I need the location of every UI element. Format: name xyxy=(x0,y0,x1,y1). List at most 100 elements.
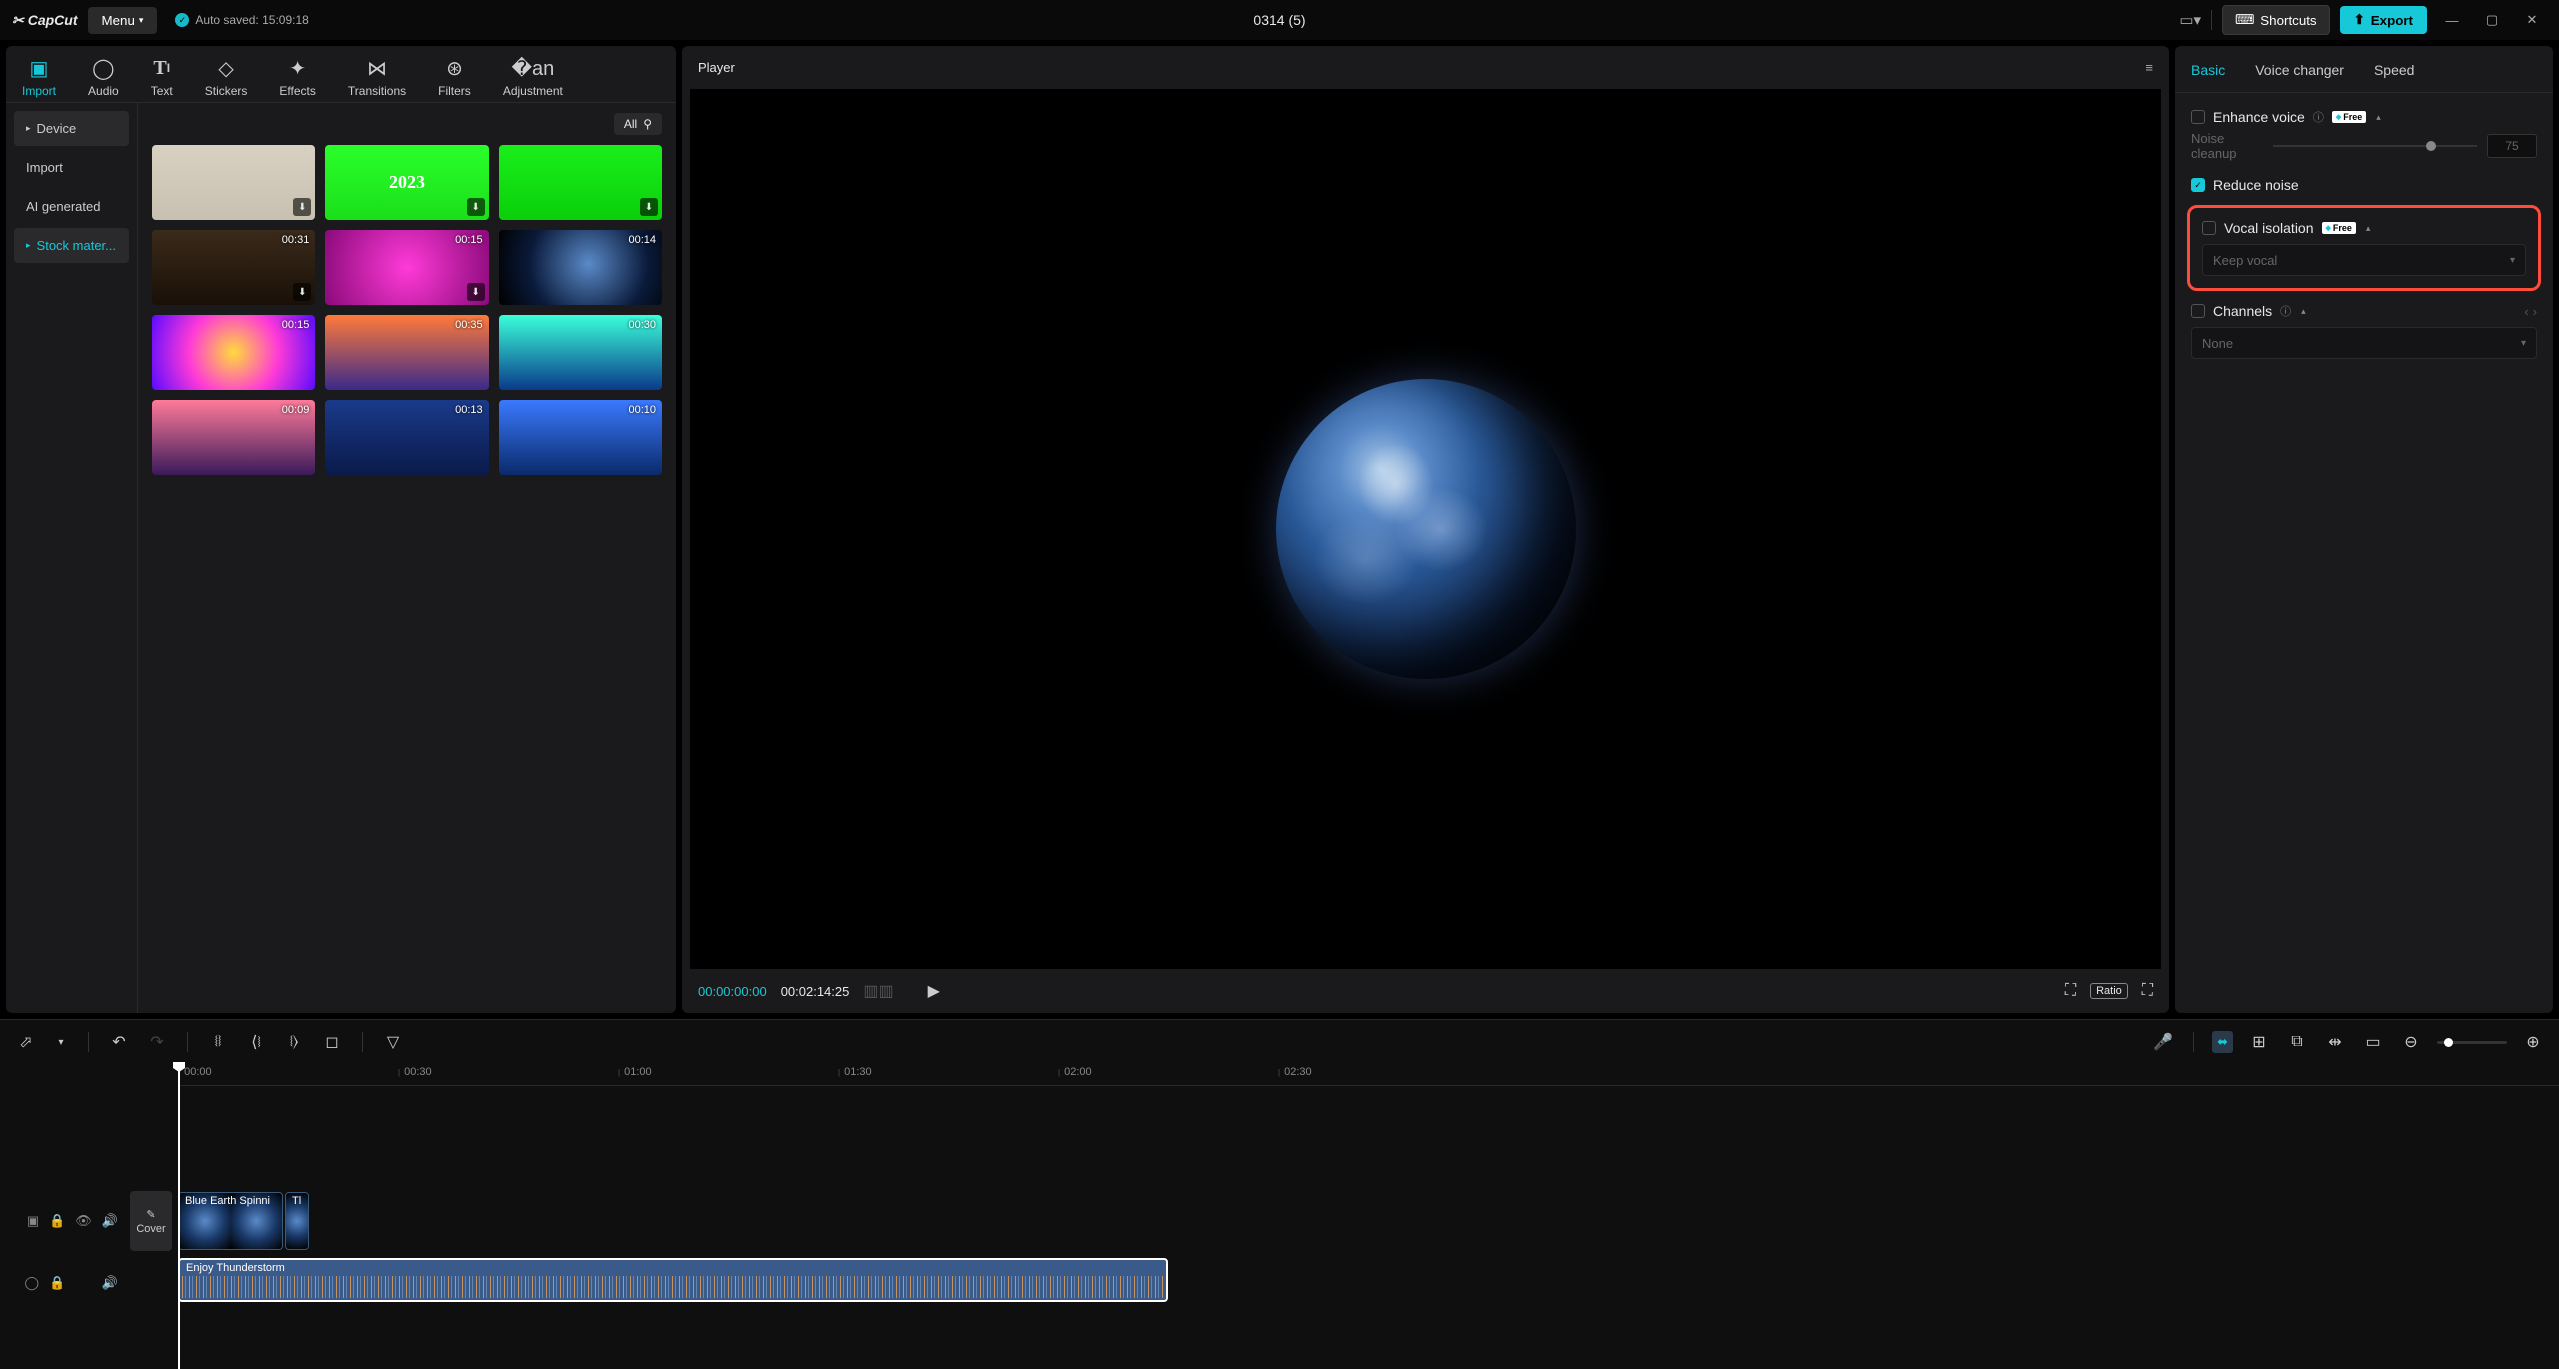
channels-dropdown[interactable]: None ▾ xyxy=(2191,327,2537,359)
filter-all[interactable]: All ⚲ xyxy=(614,113,662,135)
collapse-icon[interactable]: ▴ xyxy=(2301,306,2306,317)
eye-icon[interactable]: 👁 xyxy=(75,1213,92,1229)
player-viewport[interactable] xyxy=(690,89,2161,969)
prev-arrow[interactable]: ‹ xyxy=(2524,304,2528,319)
enhance-voice-checkbox[interactable] xyxy=(2191,110,2205,124)
redo-button[interactable]: ↷ xyxy=(145,1030,169,1054)
tool-dropdown[interactable]: ▾ xyxy=(52,1030,70,1054)
duration-label: 00:13 xyxy=(455,404,483,416)
split-left-tool[interactable]: ⟨⧘ xyxy=(244,1030,268,1054)
timeline-ruler[interactable]: 00:0000:3001:0001:3002:0002:30 xyxy=(178,1064,2559,1086)
reduce-noise-checkbox[interactable]: ✓ xyxy=(2191,178,2205,192)
vocal-isolation-dropdown[interactable]: Keep vocal ▾ xyxy=(2202,244,2526,276)
import-icon: ▣ xyxy=(30,56,49,80)
media-thumb[interactable]: 00:35 xyxy=(325,315,488,390)
tab-adjustment[interactable]: �anAdjustment xyxy=(503,56,563,98)
media-thumb[interactable]: 00:09 xyxy=(152,400,315,475)
scan-icon[interactable]: ⛶ xyxy=(2065,982,2076,1000)
tab-import[interactable]: ▣Import xyxy=(22,56,56,98)
audio-clip[interactable]: Enjoy Thunderstorm xyxy=(178,1258,1168,1302)
fullscreen-icon[interactable]: ⛶ xyxy=(2142,982,2153,1000)
player-menu-icon[interactable]: ≡ xyxy=(2145,60,2153,75)
tab-transitions[interactable]: ⋈Transitions xyxy=(348,56,406,98)
selection-tool[interactable]: ⬀ xyxy=(14,1030,38,1054)
lock-icon[interactable]: 🔒 xyxy=(49,1213,65,1229)
zoom-slider[interactable] xyxy=(2437,1041,2507,1044)
magnet-tool[interactable]: ⬌ xyxy=(2212,1031,2233,1053)
mute-icon[interactable]: 🔊 xyxy=(102,1275,118,1291)
noise-cleanup-label: Noise cleanup xyxy=(2191,131,2263,161)
play-button[interactable]: ▶ xyxy=(928,981,940,1001)
cover-button[interactable]: ✎ Cover xyxy=(130,1191,172,1251)
align-tool[interactable]: ⇹ xyxy=(2323,1030,2347,1054)
ruler-mark: 00:30 xyxy=(398,1066,432,1078)
video-clip[interactable]: Blue Earth Spinni xyxy=(178,1192,283,1250)
download-icon[interactable]: ⬇ xyxy=(293,198,311,216)
sidebar-item-stock[interactable]: ▸Stock mater... xyxy=(14,228,129,263)
snap-tool[interactable]: ⊞ xyxy=(2247,1030,2271,1054)
crop-tool[interactable]: ◻ xyxy=(320,1030,344,1054)
noise-cleanup-value[interactable]: 75 xyxy=(2487,134,2537,158)
video-clip-2[interactable]: Tl xyxy=(285,1192,309,1250)
link-tool[interactable]: ⧉ xyxy=(2285,1030,2309,1054)
vocal-isolation-checkbox[interactable] xyxy=(2202,221,2216,235)
timeline-toolbar: ⬀ ▾ ↶ ↷ ⧙⧘ ⟨⧘ ⧙⟩ ◻ ▽ 🎤 ⬌ ⊞ ⧉ ⇹ ▭ ⊖ ⊕ xyxy=(0,1020,2559,1064)
tab-speed[interactable]: Speed xyxy=(2374,46,2428,92)
info-icon[interactable]: ⓘ xyxy=(2280,303,2291,319)
layout-icon[interactable]: ▭▾ xyxy=(2179,11,2201,29)
media-thumb[interactable]: 00:13 xyxy=(325,400,488,475)
media-thumb[interactable]: 00:30 xyxy=(499,315,662,390)
undo-button[interactable]: ↶ xyxy=(107,1030,131,1054)
media-thumb[interactable]: 00:10 xyxy=(499,400,662,475)
check-icon: ✓ xyxy=(175,13,189,27)
maximize-button[interactable]: ▢ xyxy=(2477,5,2507,35)
noise-cleanup-slider[interactable] xyxy=(2273,145,2477,147)
download-icon[interactable]: ⬇ xyxy=(467,283,485,301)
tab-basic[interactable]: Basic xyxy=(2191,46,2239,92)
tab-text[interactable]: TIText xyxy=(151,56,173,98)
zoom-in-button[interactable]: ⊕ xyxy=(2521,1030,2545,1054)
playhead[interactable] xyxy=(178,1064,180,1369)
collapse-icon[interactable]: ▴ xyxy=(2366,223,2371,234)
ruler-mark: 01:00 xyxy=(618,1066,652,1078)
export-button[interactable]: ⬆ Export xyxy=(2340,6,2427,34)
collapse-icon[interactable]: ▴ xyxy=(2376,112,2381,123)
compare-icon[interactable]: ▥▥ xyxy=(863,981,893,1001)
tab-filters[interactable]: ⊛Filters xyxy=(438,56,471,98)
split-right-tool[interactable]: ⧙⟩ xyxy=(282,1030,306,1054)
download-icon[interactable]: ⬇ xyxy=(293,283,311,301)
ratio-button[interactable]: Ratio xyxy=(2090,983,2128,999)
tab-voice-changer[interactable]: Voice changer xyxy=(2255,46,2358,92)
marker-tool[interactable]: ▽ xyxy=(381,1030,405,1054)
sidebar-item-ai[interactable]: AI generated xyxy=(14,189,129,224)
download-icon[interactable]: ⬇ xyxy=(467,198,485,216)
sidebar-item-device[interactable]: ▸Device xyxy=(14,111,129,146)
info-icon[interactable]: ⓘ xyxy=(2313,109,2324,125)
menu-button[interactable]: Menu ▾ xyxy=(88,7,158,34)
media-thumb[interactable]: ⬇ xyxy=(499,145,662,220)
media-thumb[interactable]: 00:15⬇ xyxy=(325,230,488,305)
media-thumb[interactable]: 00:15 xyxy=(152,315,315,390)
sidebar-item-import[interactable]: Import xyxy=(14,150,129,185)
media-thumb[interactable]: ⬇ xyxy=(152,145,315,220)
split-tool[interactable]: ⧙⧘ xyxy=(206,1030,230,1054)
tab-effects[interactable]: ✦Effects xyxy=(279,56,315,98)
media-thumb[interactable]: 2023⬇ xyxy=(325,145,488,220)
mic-button[interactable]: 🎤 xyxy=(2151,1030,2175,1054)
tab-audio[interactable]: ◯Audio xyxy=(88,56,119,98)
minimize-button[interactable]: — xyxy=(2437,5,2467,35)
media-thumb[interactable]: 00:14 xyxy=(499,230,662,305)
lock-icon[interactable]: 🔒 xyxy=(49,1275,65,1291)
close-button[interactable]: ✕ xyxy=(2517,5,2547,35)
next-arrow[interactable]: › xyxy=(2533,304,2537,319)
mute-icon[interactable]: 🔊 xyxy=(102,1213,118,1229)
media-thumb[interactable]: 00:31⬇ xyxy=(152,230,315,305)
properties-panel: Basic Voice changer Speed Enhance voice … xyxy=(2175,46,2553,1013)
tab-stickers[interactable]: ◇Stickers xyxy=(205,56,248,98)
zoom-out-button[interactable]: ⊖ xyxy=(2399,1030,2423,1054)
shortcuts-button[interactable]: ⌨ Shortcuts xyxy=(2222,5,2330,35)
download-icon[interactable]: ⬇ xyxy=(640,198,658,216)
preview-tool[interactable]: ▭ xyxy=(2361,1030,2385,1054)
channels-checkbox[interactable] xyxy=(2191,304,2205,318)
timeline-tracks: ▣ 🔒 👁 🔊 ✎ Cover Blue Earth Spinni Tl xyxy=(0,1086,2559,1369)
